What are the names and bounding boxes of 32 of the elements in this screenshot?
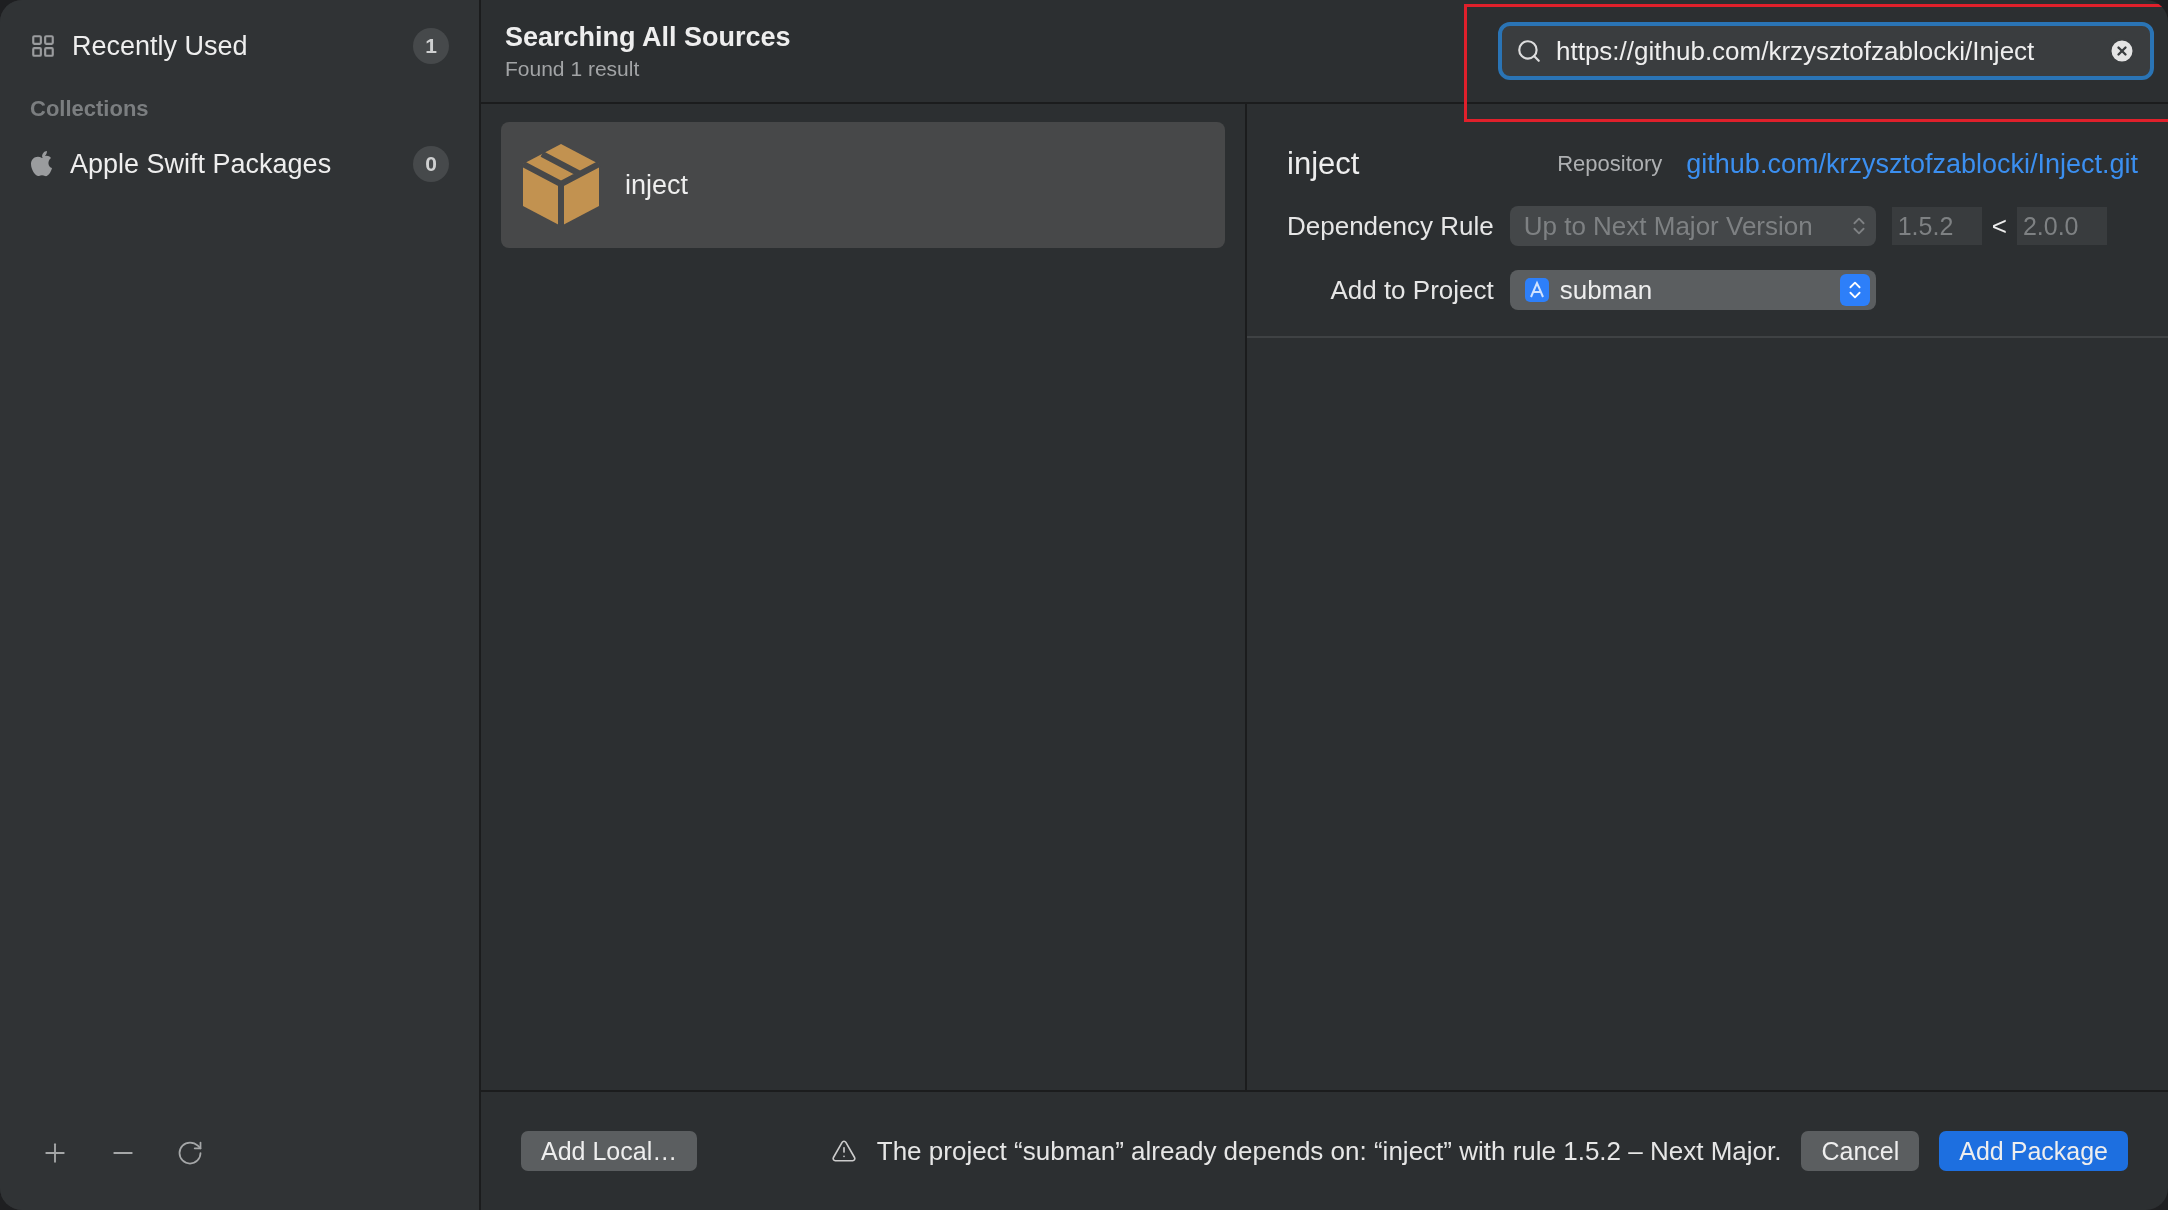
- result-count: Found 1 result: [505, 56, 641, 81]
- refresh-icon[interactable]: [176, 1139, 204, 1167]
- section-title: Collections: [30, 96, 150, 122]
- warning-message: The project “subman” already depends on: “inject” with rule 1.5.2 – Next Major.: [876, 1135, 1782, 1167]
- package-name: inject: [625, 169, 689, 201]
- search-field[interactable]: https://github.com/krzysztofzablocki/Inject: [1498, 22, 2154, 80]
- header-title: Searching All Sources: [505, 21, 791, 53]
- separator-sign: <: [1991, 210, 2007, 242]
- add-package-button[interactable]: Add Package: [1939, 1131, 2128, 1171]
- package-card[interactable]: inject: [501, 122, 1225, 248]
- field-label: Dependency Rule: [1287, 210, 1494, 242]
- repository-label: Repository: [1557, 151, 1663, 177]
- grid-icon: [30, 33, 56, 59]
- count-badge: 1: [413, 28, 449, 64]
- package-title: inject: [1287, 146, 1361, 182]
- field-label: Add to Project: [1329, 274, 1494, 306]
- app-icon: [1523, 277, 1550, 303]
- add-local-button[interactable]: Add Local…: [521, 1131, 698, 1171]
- cancel-button[interactable]: Cancel: [1801, 1131, 1920, 1171]
- project-popup[interactable]: subman: [1509, 270, 1876, 310]
- warning-icon: [830, 1138, 857, 1164]
- count-badge: 0: [413, 146, 449, 182]
- apple-icon: [30, 150, 54, 178]
- stepper-icon: [1839, 274, 1870, 306]
- search-input[interactable]: https://github.com/krzysztofzablocki/Inject: [1556, 35, 2094, 67]
- sidebar-item[interactable]: Recently Used 1: [30, 24, 449, 68]
- version-field[interactable]: 2.0.0: [2016, 207, 2107, 245]
- clear-icon[interactable]: [2108, 37, 2136, 65]
- sidebar-item[interactable]: Apple Swift Packages 0: [30, 142, 449, 186]
- search-icon: [1516, 38, 1542, 64]
- version-field[interactable]: 1.5.2: [1891, 207, 1982, 245]
- repository-link[interactable]: github.com/krzysztofzablocki/Inject.git: [1686, 148, 2138, 180]
